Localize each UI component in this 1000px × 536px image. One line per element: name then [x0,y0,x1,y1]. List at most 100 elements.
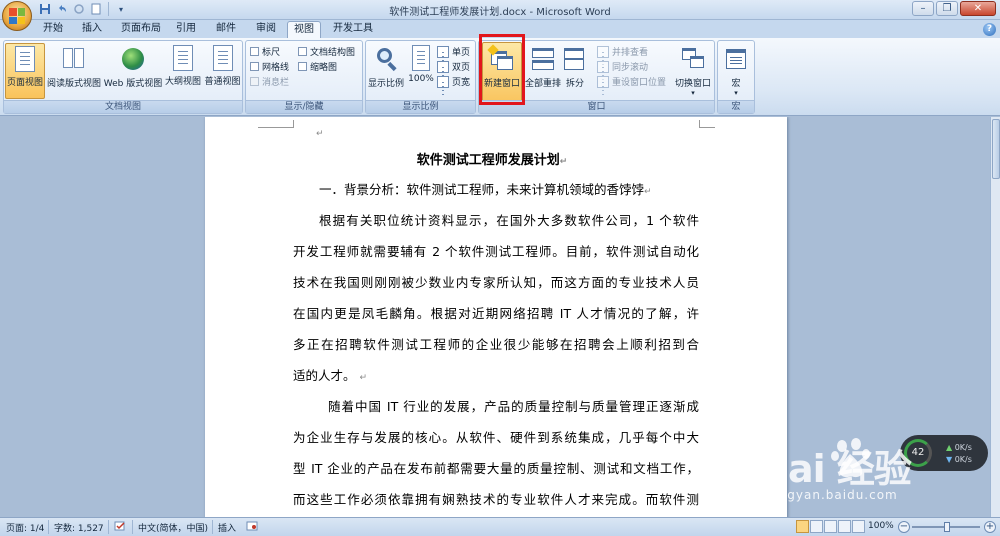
macro-record-icon[interactable] [246,521,258,535]
group-label-document-views: 文档视图 [4,100,242,113]
full-screen-reading-button[interactable]: 阅读版式视图 [46,43,102,99]
tab-page-layout[interactable]: 页面布局 [115,21,167,38]
gridlines-checkbox[interactable]: 网格线 [250,59,289,74]
print-layout-button[interactable]: 页面视图 [5,43,45,99]
word-count[interactable]: 字数: 1,527 [54,521,104,534]
reset-position-icon [597,75,609,88]
tab-home[interactable]: 开始 [37,21,69,38]
download-arrow-icon: ▼ [946,455,953,464]
net-upload-speed: ▲ 0K/s [946,443,972,452]
zoom-slider-thumb[interactable] [944,522,950,532]
group-zoom: 显示比例 100% 单页 双页 页宽 显示比例 [365,40,476,114]
new-window-label: 新建窗口 [483,79,520,89]
web-layout-icon [119,45,147,73]
message-bar-label: 消息栏 [262,78,290,88]
document-map-checkbox[interactable]: 文档结构图 [298,44,355,59]
upload-arrow-icon: ▲ [946,443,953,452]
language-indicator[interactable]: 中文(简体，中国) [138,521,208,534]
tab-review[interactable]: 审阅 [250,21,282,38]
status-draft-icon[interactable] [852,520,865,533]
gridlines-label: 网格线 [262,63,290,73]
draft-view-button[interactable]: 普通视图 [203,43,242,99]
doc-line: 随着中国 IT 行业的发展，产品的质量控制与质量管理正逐渐成 [328,399,699,414]
net-download-speed: ▼ 0K/s [946,455,972,464]
zoom-in-button[interactable]: + [984,521,996,533]
document-area[interactable]: ↵ 软件测试工程师发展计划↵ 一．背景分析：软件测试工程师，未来计算机领域的香饽… [0,117,990,517]
reset-window-position-button: 重设窗口位置 [597,74,666,89]
arrange-all-button[interactable]: 全部重排 [525,43,561,99]
two-pages-icon [437,60,449,73]
zoom-label: 显示比例 [367,79,404,89]
message-bar-check [250,77,259,86]
one-page-button[interactable]: 单页 [437,44,470,59]
restore-button[interactable]: ❐ [936,1,958,16]
zoom-slider[interactable] [912,522,980,532]
switch-windows-icon [679,45,707,73]
group-label-window: 窗口 [479,100,714,113]
ruler-checkbox[interactable]: 标尺 [250,44,280,59]
outline-view-button[interactable]: 大纲视图 [164,43,202,99]
print-layout-icon [15,46,35,72]
office-button[interactable] [2,1,32,31]
two-pages-button[interactable]: 双页 [437,59,470,74]
zoom-100-button[interactable]: 100% [407,43,435,99]
proofing-icon[interactable] [114,521,126,535]
minimize-button[interactable]: – [912,1,934,16]
thumbnails-checkbox[interactable]: 缩略图 [298,59,337,74]
vertical-scrollbar[interactable] [990,117,1000,517]
status-separator [132,520,133,534]
net-usage-gauge: 42 [904,439,932,467]
group-document-views: 页面视图 阅读版式视图 Web 版式视图 大纲视图 普通视图 文档视图 [3,40,243,114]
zoom-level[interactable]: 100% [868,521,894,531]
switch-windows-button[interactable]: 切换窗口 ▾ [673,43,713,99]
group-label-zoom: 显示比例 [366,100,475,113]
paragraph-mark: ↵ [316,129,324,139]
tab-view[interactable]: 视图 [287,21,321,38]
outline-view-label: 大纲视图 [164,77,201,87]
zoom-out-button[interactable]: − [898,521,910,533]
close-button[interactable]: ✕ [960,1,996,16]
synchronous-scrolling-button: 同步滚动 [597,59,648,74]
doc-line: 为企业生存与发展的核心。从软件、硬件到系统集成，几乎每个中大 [293,430,699,445]
view-side-by-side-button: 并排查看 [597,44,648,59]
group-label-show-hide: 显示/隐藏 [246,100,362,113]
page-width-button[interactable]: 页宽 [437,74,470,89]
split-icon [561,45,589,73]
window-controls: – ❐ ✕ [912,1,996,16]
new-window-button[interactable]: 新建窗口 [482,42,522,106]
status-web-layout-icon[interactable] [824,520,837,533]
doc-line: 开发工程师就需要辅有 2 个软件测试工程师。目前，软件测试自动化 [293,244,699,259]
one-page-icon [437,45,449,58]
vertical-scrollbar-thumb[interactable] [992,119,1000,179]
split-button[interactable]: 拆分 [562,43,588,99]
ribbon-tabs: 开始 插入 页面布局 引用 邮件 审阅 视图 开发工具 ? [0,20,1000,38]
zoom-button[interactable]: 显示比例 [367,43,405,99]
message-bar-checkbox: 消息栏 [250,74,289,89]
ruler-label: 标尺 [262,48,281,58]
status-separator [48,520,49,534]
doc-line: 技术在我国则刚刚被少数业内专家所认知，而这方面的专业技术人员 [293,275,699,290]
new-window-icon [487,44,516,73]
paragraph-mark: ↵ [644,187,652,197]
status-bar: 页面: 1/4 字数: 1,527 中文(简体，中国) 插入 100% − + [0,517,1000,536]
status-reading-layout-icon[interactable] [810,520,823,533]
tab-insert[interactable]: 插入 [76,21,108,38]
status-outline-icon[interactable] [838,520,851,533]
macros-button[interactable]: 宏 ▾ [720,43,752,99]
one-page-label: 单页 [452,48,471,58]
tab-developer[interactable]: 开发工具 [327,21,379,38]
page-count[interactable]: 页面: 1/4 [6,521,44,534]
side-by-side-icon [597,45,609,58]
tab-mailings[interactable]: 邮件 [210,21,242,38]
doc-line: 而这些工作必须依靠拥有娴熟技术的专业软件人才来完成。而软件测 [293,492,699,507]
status-print-layout-icon[interactable] [796,520,809,533]
window-title: 软件测试工程师发展计划.docx - Microsoft Word [389,7,611,18]
help-icon[interactable]: ? [983,23,996,36]
print-layout-label: 页面视图 [6,78,43,88]
insert-mode[interactable]: 插入 [218,521,236,534]
doc-line: 型 IT 企业的产品在发布前都需要大量的质量控制、测试和文档工作， [293,461,699,476]
arrange-all-label: 全部重排 [525,79,562,89]
macros-icon [722,45,750,73]
tab-references[interactable]: 引用 [170,21,202,38]
web-layout-button[interactable]: Web 版式视图 [103,43,163,99]
